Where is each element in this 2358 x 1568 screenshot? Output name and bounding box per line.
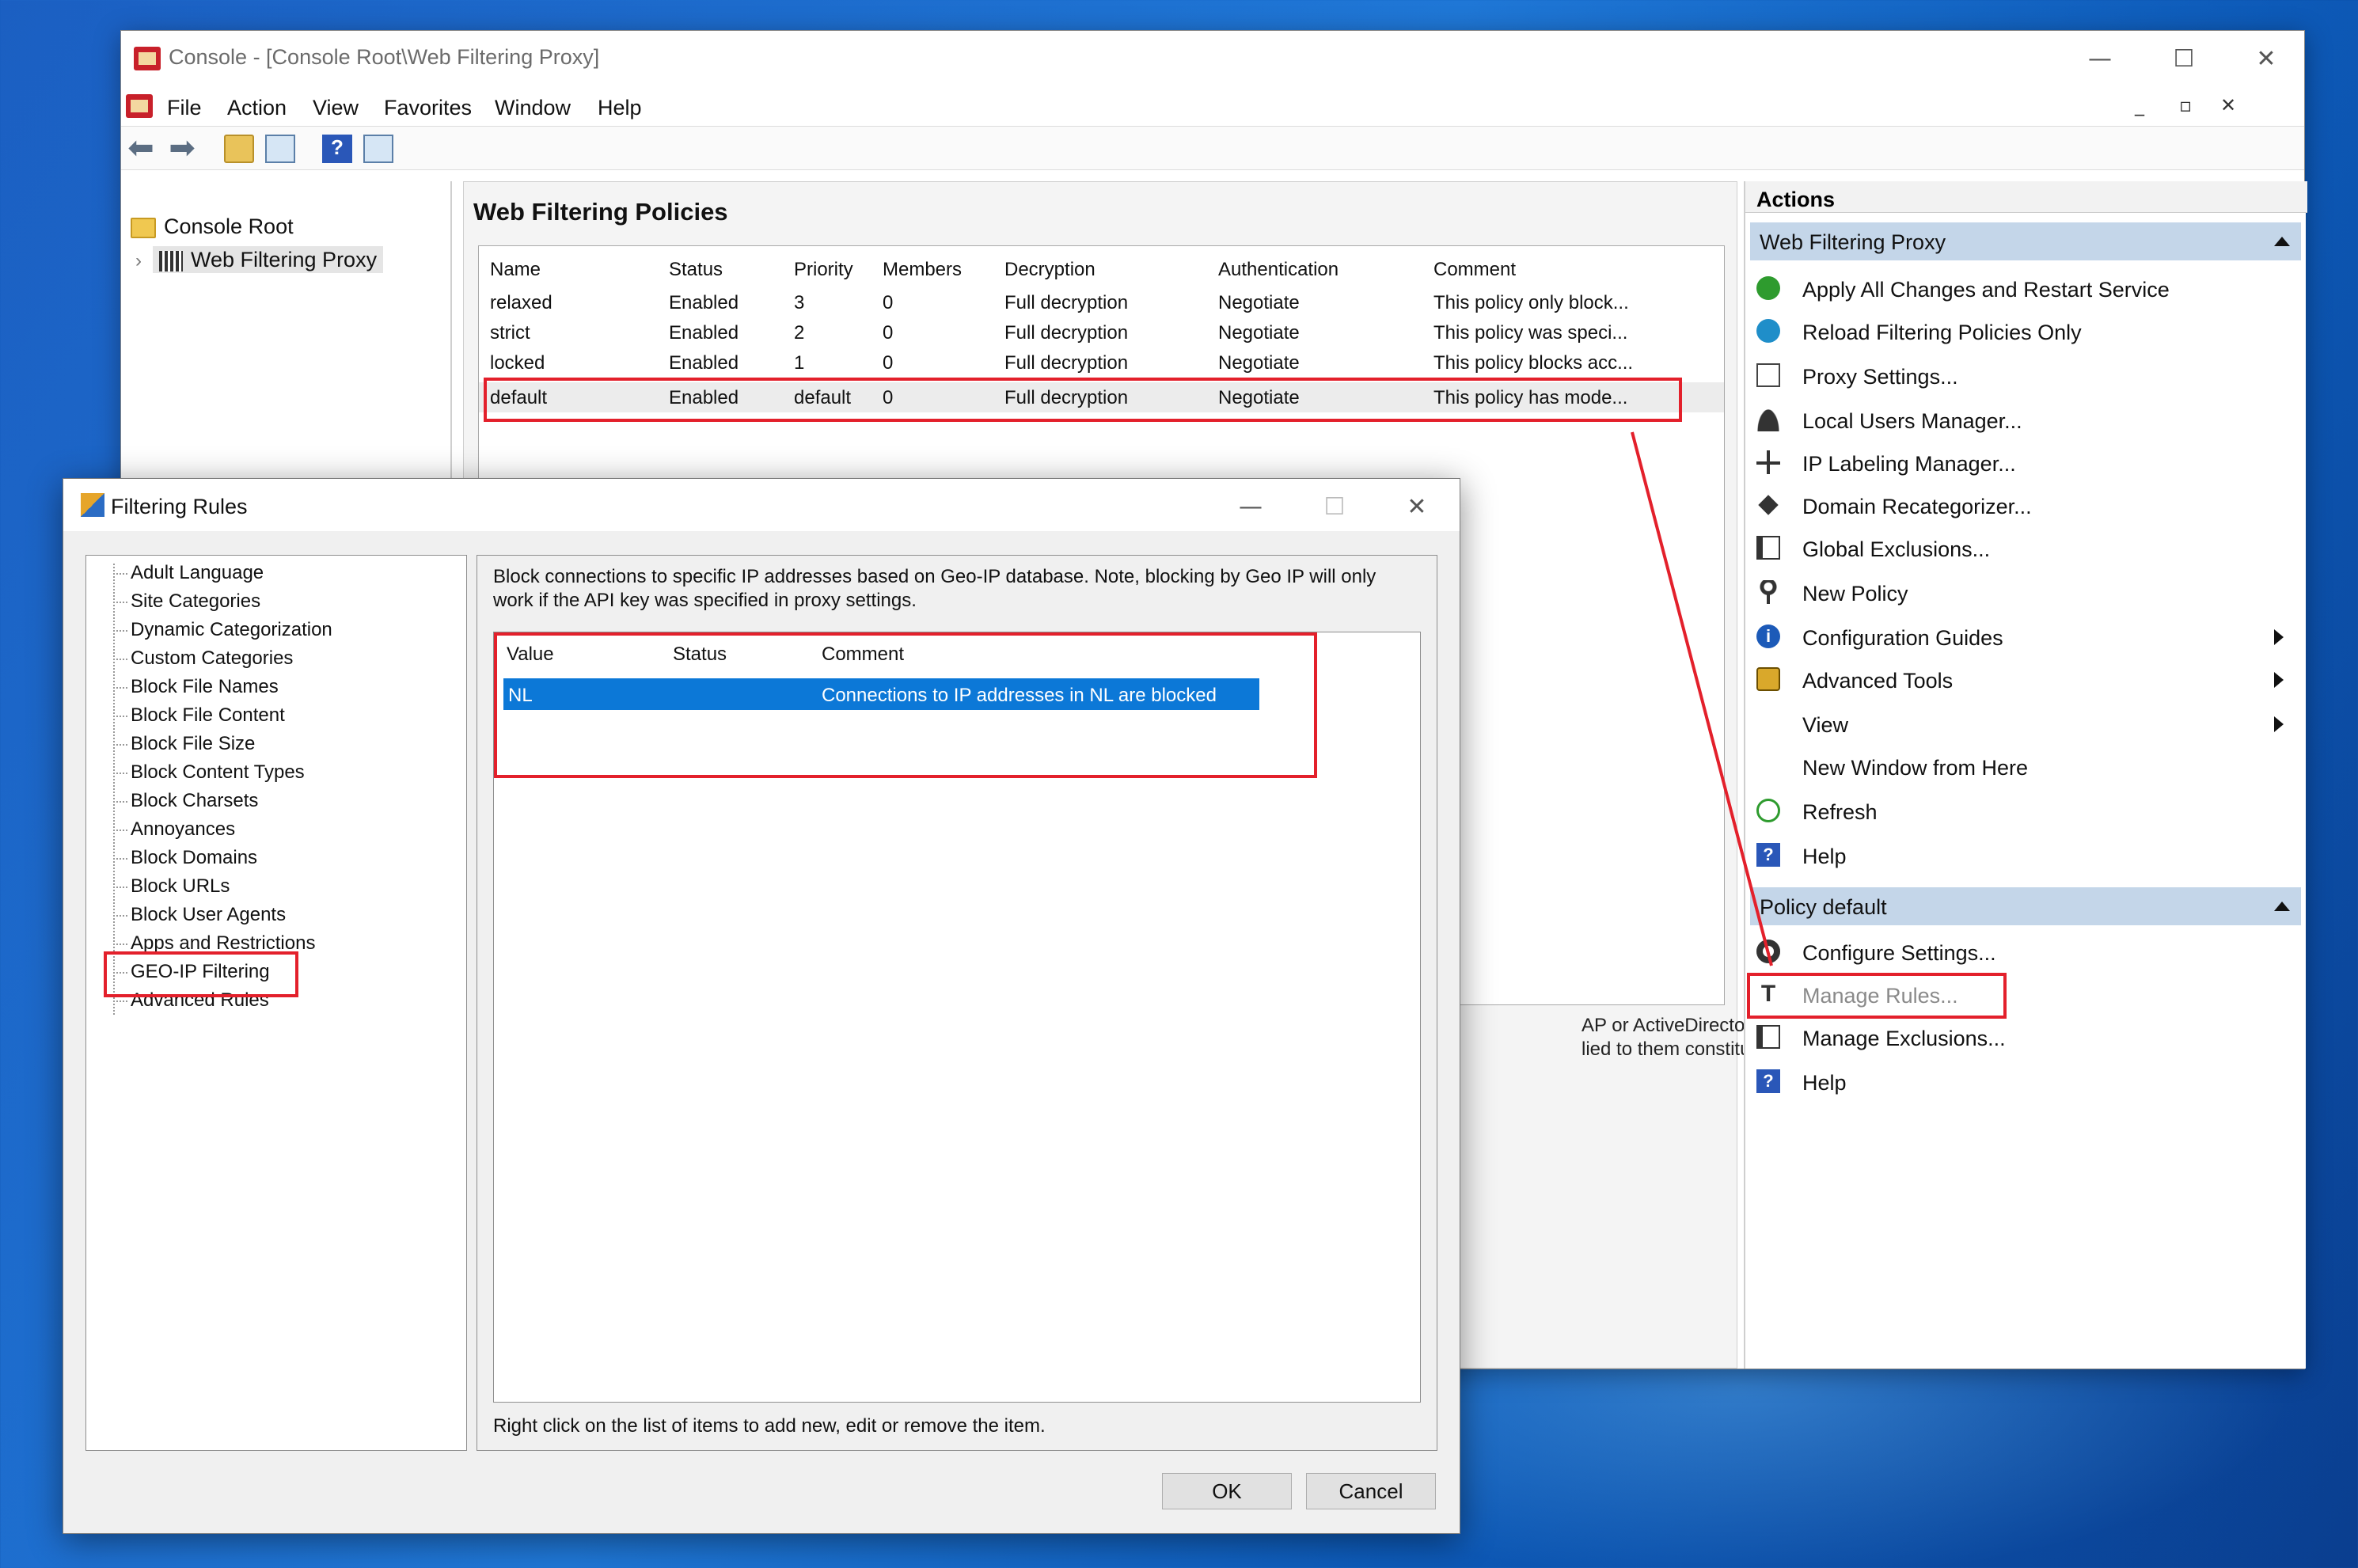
geo-ip-list[interactable]: Value Status Comment NL Connections to I…: [493, 632, 1421, 1403]
tree-connector: [113, 858, 127, 860]
filtering-rules-icon: [81, 493, 104, 517]
dialog-titlebar: Filtering Rules — ☐ ✕: [63, 479, 1460, 531]
tree-connector: [113, 972, 127, 974]
col-status[interactable]: Status: [673, 644, 727, 666]
dialog-maximize-button[interactable]: ☐: [1295, 485, 1374, 530]
rules-tree: Adult Language Site Categories Dynamic C…: [85, 555, 467, 1451]
col-comment[interactable]: Comment: [822, 644, 904, 666]
rule-block-file-names[interactable]: Block File Names: [131, 676, 279, 698]
tree-connector: [113, 573, 127, 575]
dialog-close-button[interactable]: ✕: [1377, 485, 1456, 530]
rule-dynamic-categorization[interactable]: Dynamic Categorization: [131, 619, 332, 641]
filtering-rules-dialog: Filtering Rules — ☐ ✕ Adult Language Sit…: [63, 478, 1460, 1534]
rule-adult-language[interactable]: Adult Language: [131, 562, 264, 584]
rule-apps-and-restrictions[interactable]: Apps and Restrictions: [131, 932, 315, 955]
item-value: NL: [508, 685, 533, 706]
rule-custom-categories[interactable]: Custom Categories: [131, 647, 293, 670]
rule-block-urls[interactable]: Block URLs: [131, 875, 230, 898]
rule-detail-panel: Block connections to specific IP address…: [477, 555, 1437, 1451]
tree-connector: [113, 1000, 127, 1002]
list-item[interactable]: NL Connections to IP addresses in NL are…: [503, 678, 1259, 710]
item-comment: Connections to IP addresses in NL are bl…: [822, 685, 1217, 706]
tree-connector: [113, 915, 127, 917]
tree-connector: [113, 830, 127, 831]
annotation-line: [1631, 431, 1773, 966]
rule-footer-hint: Right click on the list of items to add …: [493, 1415, 1046, 1437]
tree-connector: [113, 687, 127, 689]
rule-block-content-types[interactable]: Block Content Types: [131, 761, 305, 784]
tree-connector: [113, 659, 127, 660]
tree-connector: [113, 801, 127, 803]
tree-connector: [113, 602, 127, 603]
tree-connector: [113, 630, 127, 632]
rule-site-categories[interactable]: Site Categories: [131, 590, 260, 613]
dialog-title: Filtering Rules: [111, 495, 248, 518]
rule-block-user-agents[interactable]: Block User Agents: [131, 904, 286, 926]
tree-connector: [113, 716, 127, 717]
col-value[interactable]: Value: [507, 644, 554, 666]
dialog-minimize-button[interactable]: —: [1211, 485, 1290, 530]
tree-connector: [113, 887, 127, 888]
tree-connector: [113, 943, 127, 945]
rule-block-domains[interactable]: Block Domains: [131, 847, 257, 869]
rule-block-charsets[interactable]: Block Charsets: [131, 790, 258, 812]
rule-block-file-size[interactable]: Block File Size: [131, 733, 255, 755]
ok-button[interactable]: OK: [1162, 1473, 1292, 1509]
tree-connector: [113, 744, 127, 746]
tree-connector: [113, 773, 127, 774]
rule-annoyances[interactable]: Annoyances: [131, 818, 235, 841]
rule-description: Block connections to specific IP address…: [493, 566, 1376, 611]
rule-block-file-content[interactable]: Block File Content: [131, 704, 285, 727]
rule-geo-ip-filtering[interactable]: GEO-IP Filtering: [131, 961, 270, 983]
cancel-button[interactable]: Cancel: [1306, 1473, 1436, 1509]
rule-advanced-rules[interactable]: Advanced Rules: [131, 989, 269, 1012]
